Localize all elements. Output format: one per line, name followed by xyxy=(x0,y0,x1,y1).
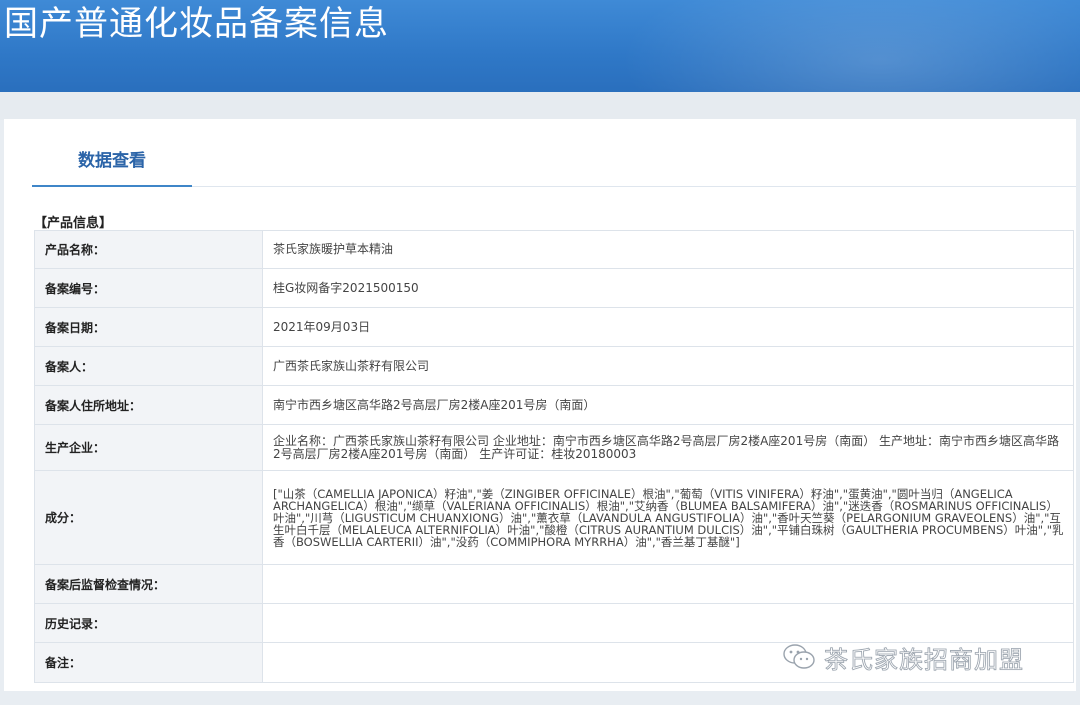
wechat-icon xyxy=(783,644,815,669)
row-value-registrant: 广西茶氏家族山茶籽有限公司 xyxy=(262,346,1074,386)
table-row: 生产企业： 企业名称：广西茶氏家族山茶籽有限公司 企业地址：南宁市西乡塘区高华路… xyxy=(34,424,1074,471)
page-title: 国产普通化妆品备案信息 xyxy=(4,4,389,44)
row-label-supervision: 备案后监督检查情况： xyxy=(34,564,263,604)
row-label-registrant: 备案人： xyxy=(34,346,263,386)
row-label-filing-number: 备案编号： xyxy=(34,268,263,308)
product-info-table: 产品名称： 茶氏家族暖护草本精油 备案编号： 桂G妆网备字2021500150 … xyxy=(34,230,1074,683)
tab-data-view[interactable]: 数据查看 xyxy=(32,147,192,187)
row-label-history: 历史记录： xyxy=(34,603,263,643)
table-row: 备案人： 广西茶氏家族山茶籽有限公司 xyxy=(34,346,1074,386)
banner-divider xyxy=(0,92,1080,120)
row-label-manufacturer: 生产企业： xyxy=(34,424,263,471)
row-value-filing-date: 2021年09月03日 xyxy=(262,307,1074,347)
table-row: 产品名称： 茶氏家族暖护草本精油 xyxy=(34,230,1074,269)
row-label-ingredients: 成分： xyxy=(34,470,263,565)
row-label-registrant-address: 备案人住所地址： xyxy=(34,385,263,425)
row-value-manufacturer: 企业名称：广西茶氏家族山茶籽有限公司 企业地址：南宁市西乡塘区高华路2号高层厂房… xyxy=(262,424,1074,471)
content-panel: 数据查看 【产品信息】 产品名称： 茶氏家族暖护草本精油 备案编号： 桂G妆网备… xyxy=(4,119,1076,691)
row-label-product-name: 产品名称： xyxy=(34,230,263,269)
header-banner: 国产普通化妆品备案信息 xyxy=(0,0,1080,92)
row-label-filing-date: 备案日期： xyxy=(34,307,263,347)
row-value-supervision xyxy=(262,564,1074,604)
table-row: 备案后监督检查情况： xyxy=(34,564,1074,604)
row-value-history xyxy=(262,603,1074,643)
watermark: 茶氏家族招商加盟 xyxy=(782,640,1024,674)
row-label-remarks: 备注： xyxy=(34,642,263,683)
row-value-filing-number: 桂G妆网备字2021500150 xyxy=(262,268,1074,308)
row-value-registrant-address: 南宁市西乡塘区高华路2号高层厂房2楼A座201号房（南面） xyxy=(262,385,1074,425)
row-value-ingredients: ["山茶（CAMELLIA JAPONICA）籽油","姜（ZINGIBER O… xyxy=(262,470,1074,565)
row-value-product-name: 茶氏家族暖护草本精油 xyxy=(262,230,1074,269)
table-row: 备案日期： 2021年09月03日 xyxy=(34,307,1074,347)
table-row: 备案人住所地址： 南宁市西乡塘区高华路2号高层厂房2楼A座201号房（南面） xyxy=(34,385,1074,425)
tab-bar: 数据查看 xyxy=(32,147,1076,187)
table-row: 备案编号： 桂G妆网备字2021500150 xyxy=(34,268,1074,308)
watermark-text: 茶氏家族招商加盟 xyxy=(824,645,1024,674)
section-title-product-info: 【产品信息】 xyxy=(34,216,113,231)
table-row: 历史记录： xyxy=(34,603,1074,643)
table-row: 成分： ["山茶（CAMELLIA JAPONICA）籽油","姜（ZINGIB… xyxy=(34,470,1074,565)
